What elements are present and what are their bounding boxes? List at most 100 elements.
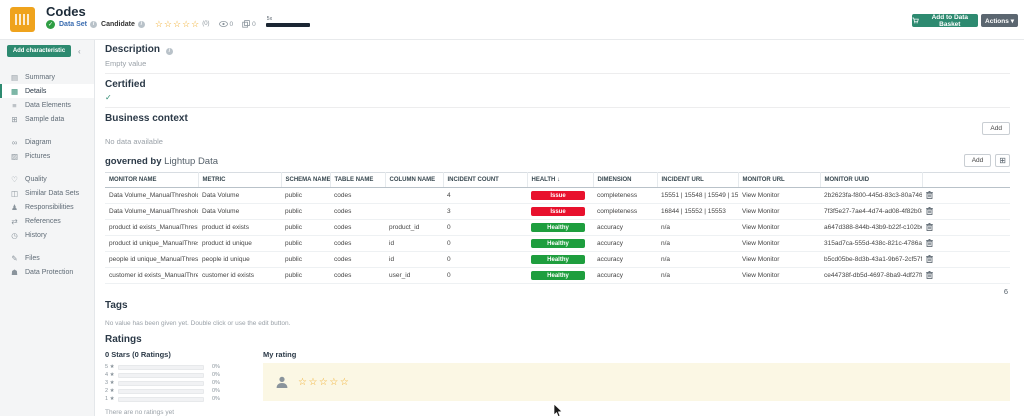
sidebar-item-data-elements[interactable]: ≡Data Elements	[0, 98, 94, 112]
data-set-asset-icon	[10, 7, 35, 32]
sidebar-item-label: Diagram	[25, 139, 51, 146]
monitor-name-cell: customer id exists_ManualThreshold	[105, 268, 198, 284]
monitor-name-cell: product id exists_ManualThreshold	[105, 220, 198, 236]
sidebar-item-sample-data[interactable]: ⊞Sample data	[0, 112, 94, 126]
info-icon[interactable]: i	[166, 48, 173, 55]
sidebar-item-responsibilities[interactable]: ♟Responsibilities	[0, 200, 94, 214]
monitor-row: customer id exists_ManualThresholdcustom…	[105, 268, 1010, 284]
main-content: Description i Empty value Certified ✓ Bu…	[95, 40, 1024, 416]
sidebar: Add characteristic ‹ ▤Summary▦Details≡Da…	[0, 40, 95, 416]
add-to-data-basket-button[interactable]: Add to Data Basket	[912, 14, 978, 27]
column-header-incident-url[interactable]: INCIDENT URL	[657, 173, 738, 188]
monitor-url-link[interactable]: View Monitor	[738, 252, 820, 268]
sidebar-item-quality[interactable]: ♡Quality	[0, 172, 94, 186]
sidebar-item-details[interactable]: ▦Details	[0, 84, 94, 98]
asset-type-link[interactable]: Data Set	[59, 21, 87, 28]
monitor-url-link[interactable]: View Monitor	[738, 204, 820, 220]
actions-button[interactable]: Actions ▾	[981, 14, 1018, 27]
column-name-cell	[385, 204, 443, 220]
ratings-summary-panel: 0 Stars (0 Ratings) 5 ★0%4 ★0%3 ★0%2 ★0%…	[105, 350, 245, 416]
ratings-heading: Ratings	[105, 334, 1010, 345]
column-header-metric[interactable]: METRIC	[198, 173, 281, 188]
incident-count-cell: 0	[443, 220, 527, 236]
sidebar-item-pictures[interactable]: ▨ Pictures	[0, 149, 94, 163]
column-name-cell: id	[385, 236, 443, 252]
info-icon[interactable]: i	[90, 21, 97, 28]
dimension-cell: accuracy	[593, 268, 657, 284]
pictures-icon: ▨	[9, 152, 20, 161]
column-header-column-name[interactable]: COLUMN NAME	[385, 173, 443, 188]
schema-name-cell: public	[281, 220, 330, 236]
column-header-table-name[interactable]: TABLE NAME	[330, 173, 385, 188]
delete-monitor-button[interactable]	[922, 268, 1010, 284]
incident-url-links[interactable]: 16844 | 15552 | 15553	[657, 204, 738, 220]
data-elements-icon: ≡	[9, 101, 20, 110]
monitor-row: product id unique_ManualThresholdproduct…	[105, 236, 1010, 252]
column-header-health[interactable]: HEALTH ↓	[527, 173, 593, 188]
dimension-cell: completeness	[593, 204, 657, 220]
asset-rating-stars[interactable]: ☆☆☆☆☆	[155, 19, 200, 30]
page-title: Codes	[46, 4, 86, 19]
governed-by-heading: governed by Lightup Data	[105, 156, 218, 167]
incident-url-links[interactable]: 15551 | 15548 | 15549 | 15550	[657, 188, 738, 204]
status-badge: Candidate	[101, 21, 135, 28]
certified-check-icon[interactable]: ✓	[105, 93, 1010, 102]
metric-cell: Data Volume	[198, 204, 281, 220]
sidebar-item-history[interactable]: ◷History	[0, 228, 94, 242]
table-name-cell: codes	[330, 236, 385, 252]
sidebar-item-label: Similar Data Sets	[25, 190, 79, 197]
info-icon[interactable]: i	[138, 21, 145, 28]
sidebar-collapse-icon[interactable]: ‹	[78, 47, 81, 56]
sidebar-item-diagram[interactable]: ∞Diagram	[0, 135, 94, 149]
column-header-actions	[922, 173, 1010, 188]
references-icon: ⇄	[9, 217, 20, 226]
sidebar-item-label: Responsibilities	[25, 204, 74, 211]
column-header-incident-count[interactable]: INCIDENT COUNT	[443, 173, 527, 188]
certified-heading: Certified	[105, 79, 1010, 90]
business-context-add-button[interactable]: Add	[982, 122, 1010, 135]
my-rating-stars[interactable]: ☆☆☆☆☆	[298, 377, 350, 388]
column-header-monitor-name[interactable]: MONITOR NAME	[105, 173, 198, 188]
details-icon: ▦	[9, 87, 20, 96]
schema-name-cell: public	[281, 252, 330, 268]
rating-bar-label: 4 ★	[105, 372, 118, 378]
tags-empty-text[interactable]: No value has been given yet. Double clic…	[105, 320, 1010, 327]
monitor-url-link[interactable]: View Monitor	[738, 220, 820, 236]
monitor-url-link[interactable]: View Monitor	[738, 236, 820, 252]
metric-cell: customer id exists	[198, 268, 281, 284]
sidebar-item-references[interactable]: ⇄References	[0, 214, 94, 228]
monitor-add-button[interactable]: Add	[964, 154, 992, 167]
monitor-url-link[interactable]: View Monitor	[738, 268, 820, 284]
sidebar-item-label: Pictures	[25, 153, 50, 160]
table-view-toggle-button[interactable]: ⊞	[995, 154, 1010, 167]
monitor-uuid-cell: b5cd05be-8d3b-43a1-9b67-2cf57f7f8aa3	[820, 252, 922, 268]
rating-bar-label: 3 ★	[105, 380, 118, 386]
column-header-dimension[interactable]: DIMENSION	[593, 173, 657, 188]
column-header-monitor-uuid[interactable]: MONITOR UUID	[820, 173, 922, 188]
delete-monitor-button[interactable]	[922, 220, 1010, 236]
sidebar-item-files[interactable]: ✎Files	[0, 251, 94, 265]
table-name-cell: codes	[330, 220, 385, 236]
sidebar-item-label: Data Protection	[25, 269, 73, 276]
delete-monitor-button[interactable]	[922, 236, 1010, 252]
rating-bar-track	[118, 389, 204, 394]
delete-monitor-button[interactable]	[922, 252, 1010, 268]
add-characteristic-button[interactable]: Add characteristic	[7, 45, 71, 57]
caret-down-icon: ▾	[1011, 18, 1014, 25]
sidebar-item-data-protection[interactable]: ☗Data Protection	[0, 265, 94, 279]
sidebar-item-summary[interactable]: ▤Summary	[0, 70, 94, 84]
my-rating-panel: My rating ☆☆☆☆☆	[263, 350, 1010, 416]
sidebar-item-similar-data-sets[interactable]: ◫Similar Data Sets	[0, 186, 94, 200]
column-header-schema-name[interactable]: SCHEMA NAME	[281, 173, 330, 188]
my-rating-box: ☆☆☆☆☆	[263, 363, 1010, 401]
delete-monitor-button[interactable]	[922, 204, 1010, 220]
monitor-row: people id unique_ManualThresholdpeople i…	[105, 252, 1010, 268]
column-header-monitor-url[interactable]: MONITOR URL	[738, 173, 820, 188]
rating-bar-track	[118, 381, 204, 386]
monitor-url-link[interactable]: View Monitor	[738, 188, 820, 204]
description-value[interactable]: Empty value	[105, 59, 1010, 68]
trash-icon	[926, 207, 933, 215]
delete-monitor-button[interactable]	[922, 188, 1010, 204]
metric-cell: Data Volume	[198, 188, 281, 204]
eye-icon	[219, 21, 228, 27]
